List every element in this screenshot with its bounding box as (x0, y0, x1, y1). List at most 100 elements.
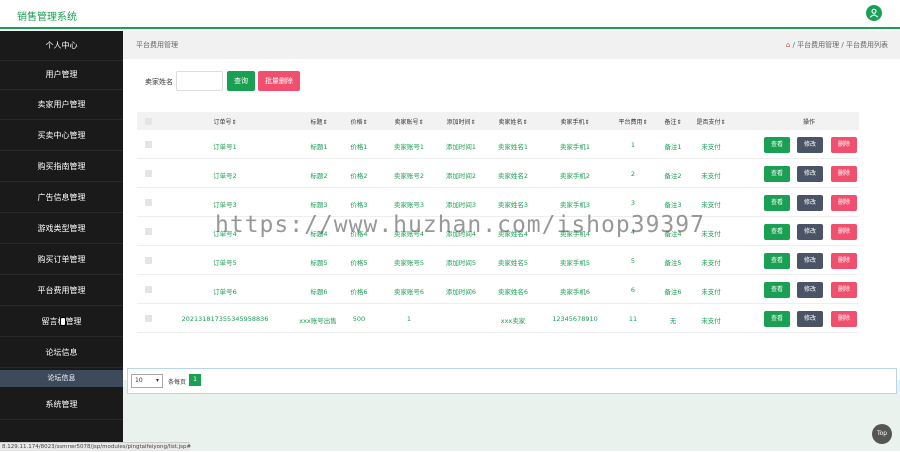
column-header[interactable]: 卖家账号⇕ (383, 117, 435, 126)
edit-button[interactable]: 修改 (797, 282, 823, 298)
delete-button[interactable]: 删除 (831, 253, 857, 269)
cell-seller-name: xxx卖家 (500, 317, 526, 325)
edit-button[interactable]: 修改 (797, 224, 823, 240)
cell-paid-status: 未支付 (701, 288, 721, 296)
cell-remark: 备注2 (664, 172, 682, 180)
sidebar-item-platform-fees[interactable]: 平台费用管理 (0, 276, 123, 306)
cell-seller-account: 卖家账号3 (393, 201, 425, 209)
delete-button[interactable]: 删除 (831, 166, 857, 182)
sidebar-item-buy-guide[interactable]: 购买指南管理 (0, 152, 123, 182)
row-checkbox[interactable] (145, 199, 152, 206)
column-header: 操作 (802, 119, 815, 126)
sidebar-item-purchase-orders[interactable]: 购买订单管理 (0, 245, 123, 275)
delete-button[interactable]: 删除 (831, 137, 857, 153)
sidebar-item-system[interactable]: 系统管理 (0, 390, 123, 420)
page-size-select[interactable]: 10 ▾ (131, 374, 163, 388)
cell-add-time: 添加时间6 (445, 288, 477, 296)
cell-price: 价格3 (350, 201, 368, 209)
edit-button[interactable]: 修改 (797, 137, 823, 153)
select-all-checkbox[interactable] (145, 118, 152, 125)
edit-button[interactable]: 修改 (797, 311, 823, 327)
cell-price: 价格1 (350, 143, 368, 151)
sidebar-item-seller-users[interactable]: 卖家用户管理 (0, 90, 123, 120)
cell-order-no: 订单号3 (213, 201, 237, 209)
cell-seller-phone: 卖家手机2 (559, 172, 591, 180)
edit-button[interactable]: 修改 (797, 166, 823, 182)
breadcrumb-sep: / (792, 41, 795, 49)
cell-order-no: 订单号2 (213, 172, 237, 180)
cell-add-time: 添加时间3 (445, 201, 477, 209)
table-row: 订单号6 标题6 价格6 卖家账号6 添加时间6 卖家姓名6 卖家手机6 6 备… (137, 275, 859, 304)
view-button[interactable]: 查看 (764, 166, 790, 182)
query-button[interactable]: 查询 (227, 71, 255, 91)
column-header[interactable]: 平台费用⇕ (613, 117, 653, 126)
cell-price: 价格5 (350, 259, 368, 267)
cell-paid-status: 未支付 (701, 201, 721, 209)
cell-platform-fee: 3 (630, 199, 636, 207)
row-checkbox[interactable] (145, 141, 152, 148)
page-number-current[interactable]: 1 (189, 374, 201, 386)
mouse-cursor-icon (60, 317, 66, 326)
home-icon[interactable]: ⌂ (786, 41, 790, 49)
edit-button[interactable]: 修改 (797, 195, 823, 211)
cell-seller-phone: 卖家手机3 (559, 201, 591, 209)
cell-title: 标题2 (310, 172, 328, 180)
sidebar-subitem-forum[interactable]: 论坛信息 (0, 370, 123, 387)
cell-paid-status: 未支付 (701, 259, 721, 267)
cell-order-no: 订单号5 (213, 259, 237, 267)
cell-platform-fee: 6 (630, 286, 636, 294)
cell-title: 标题3 (310, 201, 328, 209)
per-page-label: 条每页 (168, 379, 187, 386)
row-checkbox[interactable] (145, 228, 152, 235)
column-header[interactable]: 价格⇕ (343, 117, 375, 126)
delete-button[interactable]: 删除 (831, 195, 857, 211)
cell-seller-phone: 12345678910 (552, 315, 598, 323)
cell-seller-name: 卖家姓名1 (497, 143, 529, 151)
view-button[interactable]: 查看 (764, 224, 790, 240)
column-header[interactable]: 订单号⇕ (197, 117, 253, 126)
row-checkbox[interactable] (145, 170, 152, 177)
user-icon[interactable] (866, 5, 882, 21)
row-checkbox[interactable] (145, 286, 152, 293)
pagination: 10 ▾ 条每页 1 (127, 368, 897, 394)
cell-price: 价格6 (350, 288, 368, 296)
cell-remark: 备注6 (664, 288, 682, 296)
view-button[interactable]: 查看 (764, 195, 790, 211)
column-header[interactable]: 添加时间⇕ (435, 117, 487, 126)
table-row: 订单号1 标题1 价格1 卖家账号1 添加时间1 卖家姓名1 卖家手机1 1 备… (137, 130, 859, 159)
column-header[interactable]: 是否支付⇕ (691, 117, 731, 126)
view-button[interactable]: 查看 (764, 253, 790, 269)
column-header[interactable]: 备注⇕ (655, 117, 691, 126)
sidebar-item-personal-center[interactable]: 个人中心 (0, 31, 123, 61)
breadcrumb-bar: 平台费用管理 ⌂ / 平台费用管理 / 平台费用列表 (123, 31, 900, 59)
view-button[interactable]: 查看 (764, 137, 790, 153)
cell-seller-account: 卖家账号2 (393, 172, 425, 180)
cell-platform-fee: 5 (630, 257, 636, 265)
column-header[interactable]: 卖家姓名⇕ (487, 117, 539, 126)
back-to-top-button[interactable]: Top (872, 424, 892, 444)
row-checkbox[interactable] (145, 315, 152, 322)
column-header[interactable]: 标题⇕ (295, 117, 343, 126)
sidebar-item-game-types[interactable]: 游戏类型管理 (0, 214, 123, 244)
sidebar-item-ads[interactable]: 广告信息管理 (0, 183, 123, 213)
sidebar-item-users[interactable]: 用户管理 (0, 60, 123, 90)
view-button[interactable]: 查看 (764, 282, 790, 298)
edit-button[interactable]: 修改 (797, 253, 823, 269)
batch-delete-button[interactable]: 批量删除 (258, 71, 300, 91)
watermark: https://www.huzhan.com/ishop39397 (215, 212, 705, 238)
view-button[interactable]: 查看 (764, 311, 790, 327)
delete-button[interactable]: 删除 (831, 282, 857, 298)
seller-name-input[interactable] (176, 71, 223, 91)
cell-seller-name: 卖家姓名6 (497, 288, 529, 296)
delete-button[interactable]: 删除 (831, 311, 857, 327)
app-title: 销售管理系统 (17, 12, 77, 23)
breadcrumb-item-fees[interactable]: 平台费用管理 (797, 41, 839, 49)
sidebar: 个人中心 用户管理 卖家用户管理 买卖中心管理 购买指南管理 广告信息管理 游戏… (0, 31, 123, 451)
delete-button[interactable]: 删除 (831, 224, 857, 240)
sidebar-item-forum[interactable]: 论坛信息 (0, 338, 123, 368)
column-header[interactable]: 卖家手机⇕ (547, 117, 603, 126)
cell-title: 标题1 (310, 143, 328, 151)
sidebar-item-trade-center[interactable]: 买卖中心管理 (0, 121, 123, 151)
cell-paid-status: 未支付 (701, 143, 721, 151)
row-checkbox[interactable] (145, 257, 152, 264)
